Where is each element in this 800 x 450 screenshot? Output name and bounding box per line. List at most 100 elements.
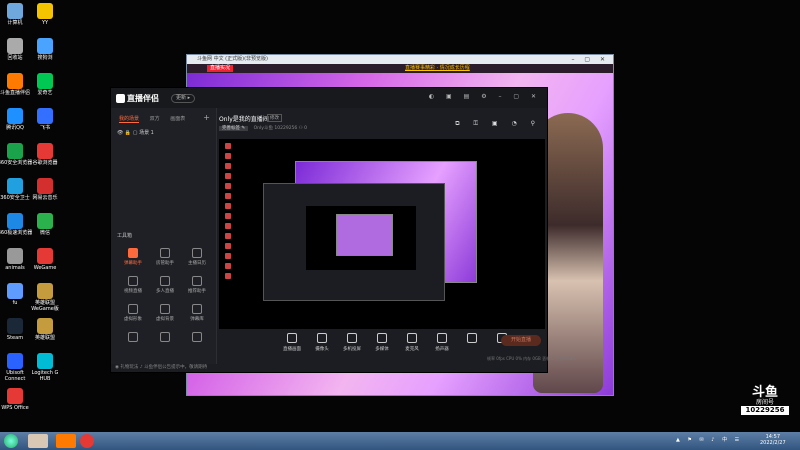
taskbar-app-douyu-icon[interactable]	[56, 434, 76, 448]
desktop: 计算机 YY 回收站 搜狗浏 斗鱼直播伴侣 爱奇艺 腾讯QQ 飞书 360安全浏览器 谷歌浏览器 3…	[0, 0, 800, 432]
desktop-icon-label: 搜狗浏	[37, 55, 53, 61]
bottom-tool-icon	[347, 333, 357, 343]
taskbar: ▲ ⚑ ✉ ♪ 中 ☰ 14:57 2022/2/27	[0, 432, 800, 450]
desktop-icon[interactable]: 谷歌浏览器	[26, 143, 64, 166]
bottom-tool-button[interactable]: 扬声器	[427, 330, 457, 352]
desktop-icon[interactable]: Logitech G HUB	[26, 353, 64, 382]
desktop-icon-label: 微信	[39, 230, 50, 236]
bottom-tool-icon	[317, 333, 327, 343]
tool-button[interactable]: 虚拟形象	[117, 302, 149, 330]
app-icon	[7, 213, 23, 229]
browser-window-controls[interactable]: – ▢ ✕	[571, 55, 609, 64]
start-button-icon[interactable]	[4, 434, 18, 448]
taskbar-app-chrome-icon[interactable]	[80, 434, 94, 448]
bottom-tool-button[interactable]: 麦克风	[397, 330, 427, 352]
add-scene-button[interactable]: +	[203, 113, 210, 122]
tool-icon	[192, 304, 202, 314]
bottom-tool-button[interactable]: 摄像头	[307, 330, 337, 352]
desktop-icon[interactable]: WPS Office	[0, 388, 34, 411]
taskbar-clock[interactable]: 14:57 2022/2/27	[760, 434, 786, 446]
app-icon	[7, 283, 23, 299]
tool-button[interactable]	[149, 330, 181, 358]
desktop-icon[interactable]: 搜狗浏	[26, 38, 64, 61]
tool-button[interactable]: 弹幕库	[181, 302, 213, 330]
desktop-icon[interactable]: WeGame	[26, 248, 64, 271]
bottom-tool-button[interactable]	[457, 330, 487, 346]
tool-label: 房管助手	[156, 261, 174, 266]
tag-pill[interactable]: 完善标签 ✎	[219, 126, 249, 131]
tool-icon	[128, 332, 138, 342]
tab-my-scenes[interactable]: 我的场景	[119, 116, 140, 123]
desktop-icon-label: WPS Office	[1, 405, 29, 411]
tool-button[interactable]: 弹幕助手	[117, 246, 149, 274]
app-logo-icon	[116, 94, 125, 103]
desktop-icon-label: Logitech G HUB	[31, 370, 59, 382]
app-icon	[37, 248, 53, 264]
bottom-tool-button[interactable]: 多机投屏	[337, 330, 367, 352]
taskbar-app-avatar-icon[interactable]	[28, 434, 48, 448]
app-icon	[37, 73, 53, 89]
tool-icon	[160, 276, 170, 286]
tool-button[interactable]: 多人直播	[149, 274, 181, 302]
app-main: Only是我的直播间 修改 完善标签 ✎ Only斗鱼 10229256 ⚇ 0…	[217, 108, 576, 364]
streaming-app-window[interactable]: 直播伴侣 更新 ▸ ◐ ▣ ▤ ⚙ – ▢ ✕ 我的场景 双方 画面表 + 👁 …	[110, 87, 576, 373]
tool-button[interactable]: 房管助手	[149, 246, 181, 274]
notice-bar: ◉ 礼物玩法 ♪ 斗鱼伴侣公告提示中，敬请期待	[115, 365, 208, 370]
app-icon	[7, 318, 23, 334]
tool-label: 推荐助手	[188, 289, 206, 294]
desktop-icon[interactable]: 英雄联盟WeGame版	[26, 283, 64, 312]
desktop-icon[interactable]: 网易云音乐	[26, 178, 64, 201]
desktop-icon-label: WeGame	[33, 265, 57, 271]
scene-item[interactable]: 👁 🔒 ▢ 场景 1	[117, 129, 154, 136]
edit-title-button[interactable]: 修改	[267, 114, 282, 122]
app-icon	[37, 143, 53, 159]
live-badge: 直播实况	[207, 65, 234, 72]
app-brand: 直播伴侣	[116, 93, 159, 104]
preview-toolbar-icons[interactable]: ⧉ ⚿ ▣ ◔ ⚲	[455, 120, 541, 128]
bottom-toolbar: 直播画面 摄像头 多机投屏 多媒体 麦克风 扬声器 开始直播 帧率 0fps CPU 0%…	[217, 330, 576, 364]
bottom-tool-button[interactable]: 直播画面	[277, 330, 307, 352]
app-icon	[7, 3, 23, 19]
desktop-icon[interactable]: 英雄联盟	[26, 318, 64, 341]
app-icon	[7, 38, 23, 54]
tool-button[interactable]: 视频直播	[117, 274, 149, 302]
app-icon	[37, 318, 53, 334]
banner-links[interactable]: 直播赛事精彩 · 情况成长历程	[405, 64, 470, 73]
tool-icon	[192, 248, 202, 258]
tool-button[interactable]: 虚拟背景	[149, 302, 181, 330]
bottom-tool-button[interactable]: 多媒体	[367, 330, 397, 352]
stream-preview	[219, 139, 545, 329]
app-icon	[37, 213, 53, 229]
browser-title: 斗鱼网 中文 (正式版)(非预览版)	[197, 56, 268, 62]
desktop-icon[interactable]: 爱奇艺	[26, 73, 64, 96]
browser-titlebar[interactable]: 斗鱼网 中文 (正式版)(非预览版) – ▢ ✕	[187, 55, 613, 64]
tool-button[interactable]: 推荐助手	[181, 274, 213, 302]
tool-button[interactable]	[181, 330, 213, 358]
update-button[interactable]: 更新 ▸	[171, 94, 196, 103]
tool-label: 弹幕助手	[124, 261, 142, 266]
desktop-icon-label: 谷歌浏览器	[32, 160, 58, 166]
tool-label: 主播日历	[188, 261, 206, 266]
tab-dual[interactable]: 双方	[150, 116, 160, 122]
app-icon	[37, 178, 53, 194]
app-icon	[7, 73, 23, 89]
desktop-icon-label: 英雄联盟	[34, 335, 55, 341]
app-window-controls[interactable]: ◐ ▣ ▤ ⚙ – ▢ ✕	[429, 93, 541, 100]
desktop-icon[interactable]: 微信	[26, 213, 64, 236]
app-icon	[7, 388, 23, 404]
bottom-tool-icon	[467, 333, 477, 343]
app-sidebar: 我的场景 双方 画面表 + 👁 🔒 ▢ 场景 1 工具箱 弹幕助手 房管助手 主播日…	[111, 108, 217, 364]
tool-button[interactable]	[117, 330, 149, 358]
system-tray[interactable]: ▲ ⚑ ✉ ♪ 中 ☰	[676, 436, 742, 443]
douyu-logo: 斗鱼	[751, 385, 778, 400]
app-icon	[7, 353, 23, 369]
tool-button[interactable]: 主播日历	[181, 246, 213, 274]
bottom-tool-icon	[377, 333, 387, 343]
start-live-button[interactable]: 开始直播	[501, 335, 541, 346]
tab-canvas[interactable]: 画面表	[170, 116, 185, 122]
bottom-tool-label: 直播画面	[283, 347, 301, 352]
tool-label: 虚拟形象	[124, 317, 142, 322]
desktop-icon[interactable]: 飞书	[26, 108, 64, 131]
desktop-icon[interactable]: YY	[26, 3, 64, 26]
desktop-icon-label: 网易云音乐	[32, 195, 58, 201]
